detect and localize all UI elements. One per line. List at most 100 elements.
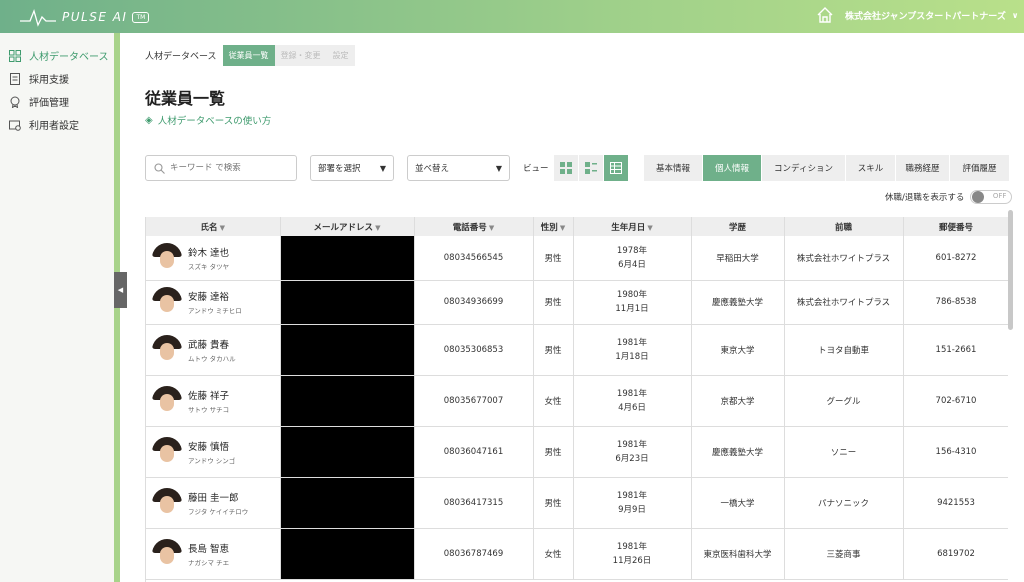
cell-name: 安藤 達裕 アンドウ ミチヒロ (146, 280, 281, 325)
column-header-name[interactable]: 氏名 ▼ (146, 217, 281, 236)
tab-evaluation-history[interactable]: 評価履歴 (950, 155, 1010, 181)
cell-previous-job: 株式会社ホワイトプラス (784, 236, 904, 281)
birth-year: 1981年 (616, 541, 648, 552)
employee-name[interactable]: 長島 智恵 (188, 541, 229, 555)
sidebar-item-evaluation[interactable]: 評価管理 (0, 90, 114, 113)
tab-basic-info[interactable]: 基本情報 (644, 155, 703, 181)
table-scrollbar[interactable] (1008, 210, 1013, 330)
avatar (152, 538, 182, 569)
employee-kana: スズキ タツヤ (188, 262, 230, 271)
tab-register-edit[interactable]: 登録・変更 (274, 45, 327, 66)
sort-icon: ▼ (488, 223, 495, 232)
cell-previous-job: トヨタ自動車 (784, 324, 904, 376)
cell-gender: 女性 (533, 528, 574, 580)
employee-name[interactable]: 安藤 慎悟 (188, 439, 235, 453)
employee-name[interactable]: 鈴木 達也 (188, 245, 229, 259)
cell-education: 東京医科歯科大学 (691, 528, 785, 580)
birth-year: 1981年 (616, 439, 648, 450)
toggle-state: OFF (992, 192, 1007, 200)
cell-gender: 男性 (533, 477, 574, 529)
logo[interactable]: PULSE AI TM (20, 6, 150, 28)
breadcrumb-root[interactable]: 人材データベース (145, 49, 217, 62)
company-menu[interactable]: 株式会社ジャンプスタートパートナーズ ∨ (845, 9, 1018, 22)
column-header-education: 学歴 (691, 217, 785, 236)
search-box[interactable] (145, 155, 297, 181)
view-grid-button[interactable] (554, 155, 578, 181)
tab-skill[interactable]: スキル (846, 155, 896, 181)
tab-career[interactable]: 職務経歴 (896, 155, 950, 181)
cell-gender: 男性 (533, 236, 574, 281)
cell-birthday: 1981年 11月26日 (573, 528, 692, 580)
table-row[interactable]: 安藤 達裕 アンドウ ミチヒロ 08034936699 男性 1980年 11月1日 慶應義… (146, 280, 1008, 325)
view-list-button[interactable] (579, 155, 603, 181)
employee-name[interactable]: 藤田 圭一郎 (188, 490, 248, 504)
tab-personal-info[interactable]: 個人情報 (703, 155, 762, 181)
sidebar-item-user-settings[interactable]: 利用者設定 (0, 113, 114, 136)
list-view-icon (585, 162, 597, 174)
column-header-gender[interactable]: 性別 ▼ (533, 217, 574, 236)
sort-icon: ▼ (219, 223, 225, 232)
table-row[interactable]: 武藤 貴春 ムトウ タカハル 08035306853 男性 1981年 1月18日 東京大学… (146, 324, 1008, 376)
department-select[interactable]: 部署を選択 ▼ (310, 155, 394, 181)
sidebar-collapse-button[interactable]: ◀ (114, 272, 127, 308)
sort-select[interactable]: 並べ替え ▼ (407, 155, 510, 181)
tab-employee-list[interactable]: 従業員一覧 (222, 45, 275, 66)
inactive-toggle-row: 休職/退職を表示する OFF (885, 190, 1013, 204)
column-header-email[interactable]: メールアドレス ▼ (280, 217, 415, 236)
employee-kana: フジタ ケイイチロウ (188, 507, 249, 516)
column-header-phone[interactable]: 電話番号 ▼ (414, 217, 534, 236)
employee-table: 氏名 ▼ メールアドレス ▼ 電話番号 ▼ 性別 ▼ 生年月日 ▼ 学歴 前職 郵便番号 … (145, 217, 1008, 582)
cell-education: 慶應義塾大学 (691, 426, 785, 478)
table-row[interactable]: 佐藤 祥子 サトウ サチコ 08035677007 女性 1981年 4月6日 京都大学 グー… (146, 375, 1008, 427)
cell-previous-job: グーグル (784, 375, 904, 427)
sidebar-item-label: 利用者設定 (29, 121, 79, 132)
cell-email-redacted (280, 236, 415, 281)
table-row[interactable]: 安藤 慎悟 アンドウ シンゴ 08036047161 男性 1981年 6月23日 慶應義塾… (146, 426, 1008, 478)
pulse-wave-icon (20, 8, 56, 27)
cell-name: 武藤 貴春 ムトウ タカハル (146, 324, 281, 376)
employee-kana: ナガシマ チエ (188, 558, 230, 567)
tab-condition[interactable]: コンディション (762, 155, 846, 181)
dropdown-arrow-icon: ▼ (495, 163, 502, 173)
employee-name[interactable]: 安藤 達裕 (188, 289, 242, 303)
cell-birthday: 1980年 11月1日 (573, 280, 692, 325)
company-name: 株式会社ジャンプスタートパートナーズ (845, 12, 1006, 22)
help-link-label: 人材データベースの使い方 (157, 116, 272, 127)
collapse-arrow-icon: ◀ (117, 286, 124, 294)
birth-day: 11月26日 (612, 555, 652, 566)
birth-day: 4月6日 (618, 402, 646, 413)
employee-name[interactable]: 佐藤 祥子 (188, 388, 229, 402)
employee-name[interactable]: 武藤 貴春 (188, 337, 236, 351)
avatar (152, 385, 182, 416)
help-link[interactable]: ◈ 人材データベースの使い方 (145, 113, 272, 128)
grid-icon (9, 49, 21, 62)
table-row[interactable]: 鈴木 達也 スズキ タツヤ 08034566545 男性 1978年 6月4日 早稲田大学株… (146, 236, 1008, 281)
column-header-birthday[interactable]: 生年月日 ▼ (573, 217, 692, 236)
page-title: 従業員一覧 (145, 89, 226, 108)
cell-phone: 08034936699 (414, 280, 534, 325)
cell-name: 長島 智恵ナガシマ チエ (146, 528, 281, 580)
column-header-postal-code: 郵便番号 (903, 217, 1008, 236)
avatar (152, 436, 182, 467)
table-row[interactable]: 長島 智恵ナガシマ チエ 08036787469 女性 1981年 11月26日 東京医科… (146, 528, 1008, 580)
cell-postal-code: 151-2661 (903, 324, 1008, 376)
cell-phone: 08035306853 (414, 324, 534, 376)
sidebar-item-recruiting[interactable]: 採用支援 (0, 67, 114, 90)
birth-day: 9月9日 (618, 504, 646, 515)
cell-previous-job: 三菱商事 (784, 528, 904, 580)
sidebar-item-talent-database[interactable]: 人材データベース (0, 44, 114, 67)
cell-gender: 男性 (533, 426, 574, 478)
tab-settings[interactable]: 設定 (326, 45, 355, 66)
table-row[interactable]: 藤田 圭一郎 フジタ ケイイチロウ 08036417315 男性 1981年 9月9日 一橋… (146, 477, 1008, 529)
cell-phone: 08035677007 (414, 375, 534, 427)
toggle-knob (972, 191, 985, 203)
search-input[interactable] (170, 163, 290, 173)
sidebar-item-label: 採用支援 (29, 75, 69, 86)
cell-birthday: 1981年 1月18日 (573, 324, 692, 376)
chevron-down-icon: ∨ (1011, 11, 1019, 20)
show-inactive-toggle[interactable]: OFF (970, 190, 1013, 204)
view-table-button[interactable] (604, 155, 628, 181)
cell-gender: 男性 (533, 280, 574, 325)
cell-phone: 08036787469 (414, 528, 534, 580)
home-icon[interactable] (815, 5, 835, 25)
